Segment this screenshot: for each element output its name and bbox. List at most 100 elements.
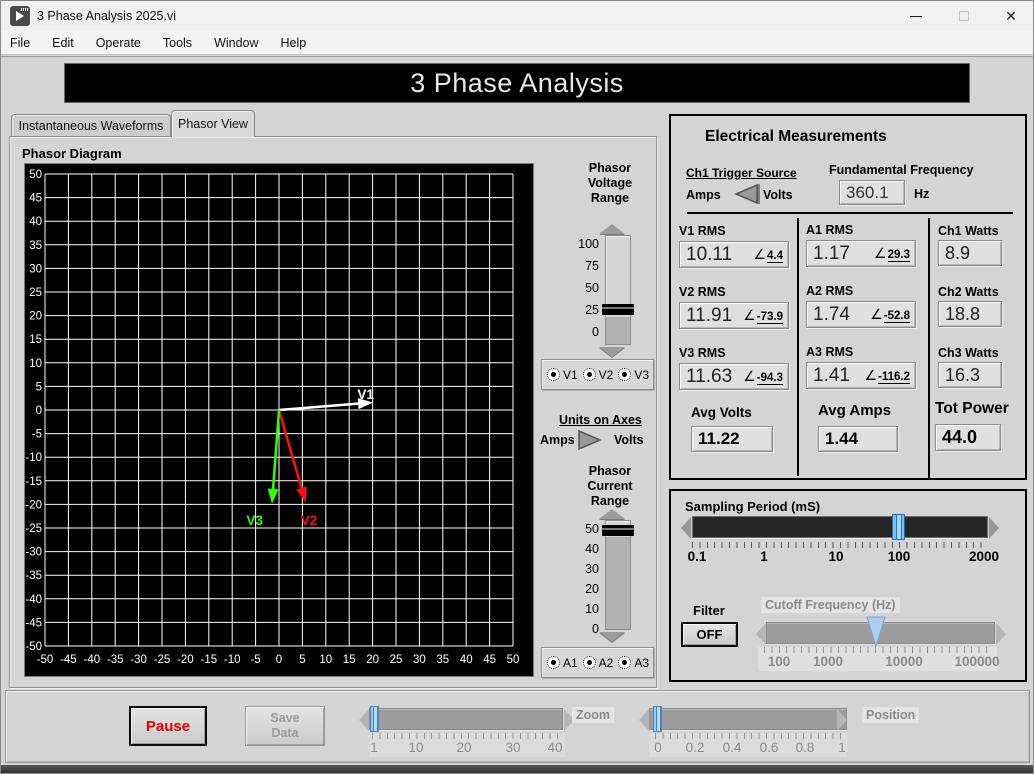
radio-a3[interactable]: A3 bbox=[618, 656, 649, 670]
position-label: Position bbox=[862, 707, 920, 723]
maximize-icon bbox=[959, 11, 969, 21]
menu-operate[interactable]: Operate bbox=[85, 36, 152, 50]
ch2-watts-display: 18.8 bbox=[938, 301, 1002, 327]
svg-text:-45: -45 bbox=[25, 617, 42, 629]
current-tick-0: 0 bbox=[592, 622, 599, 636]
maximize-button[interactable] bbox=[942, 1, 986, 31]
svg-text:V1: V1 bbox=[357, 387, 374, 402]
a3-rms-display: 1.41 ∠ -116.2 bbox=[806, 362, 916, 389]
units-on-axes-label: Units on Axes bbox=[559, 413, 642, 427]
radio-v2[interactable]: V2 bbox=[582, 368, 613, 382]
voltage-range-handle[interactable] bbox=[602, 304, 634, 315]
voltage-range-decrement-arrow[interactable] bbox=[599, 347, 625, 357]
tab-phasor-view[interactable]: Phasor View bbox=[171, 110, 255, 137]
v3-rms-display: 11.63 ∠ -94.3 bbox=[679, 363, 789, 390]
svg-text:-50: -50 bbox=[25, 641, 42, 653]
units-switch[interactable] bbox=[575, 427, 603, 453]
header-divider bbox=[687, 212, 1013, 214]
position-slider[interactable] bbox=[649, 708, 847, 730]
current-range-handle[interactable] bbox=[602, 525, 634, 536]
cutoff-right-arrow bbox=[996, 623, 1006, 645]
voltage-tick-0: 0 bbox=[592, 325, 599, 339]
sampling-slider-right-arrow[interactable] bbox=[989, 517, 999, 539]
svg-text:-40: -40 bbox=[25, 594, 42, 606]
svg-text:V3: V3 bbox=[246, 513, 263, 528]
radio-v3[interactable]: V3 bbox=[618, 368, 649, 382]
save-data-button[interactable]: Save Data bbox=[245, 706, 325, 746]
voltage-tick-50: 50 bbox=[585, 281, 599, 295]
a2-rms-group: A2 RMS 1.74 ∠ -52.8 bbox=[806, 284, 916, 328]
tab-instantaneous-waveforms[interactable]: Instantaneous Waveforms bbox=[11, 114, 171, 137]
current-tick-40: 40 bbox=[585, 542, 599, 556]
close-button[interactable]: ✕ bbox=[989, 1, 1033, 31]
cutoff-tick-100: 100 bbox=[767, 654, 791, 669]
current-range-slider[interactable] bbox=[602, 520, 634, 630]
position-slider-handle[interactable] bbox=[653, 706, 662, 732]
trigger-source-switch[interactable] bbox=[733, 181, 763, 207]
position-tick-0.8: 0.8 bbox=[795, 740, 815, 755]
svg-text:0: 0 bbox=[36, 405, 42, 417]
avg-amps-group: Avg Amps 1.44 bbox=[818, 402, 898, 452]
voltage-channel-selector: V1 V2 V3 bbox=[541, 359, 654, 390]
v2-rms-group: V2 RMS 11.91 ∠ -73.9 bbox=[679, 285, 789, 329]
menu-window[interactable]: Window bbox=[203, 36, 269, 50]
zoom-tick-20: 20 bbox=[456, 740, 472, 755]
filter-off-button[interactable]: OFF bbox=[681, 622, 738, 647]
minimize-button[interactable] bbox=[894, 1, 938, 31]
fundamental-frequency-label: Fundamental Frequency bbox=[829, 163, 974, 177]
menu-file[interactable]: File bbox=[1, 36, 41, 50]
titlebar: 3 Phase Analysis 2025.vi ✕ bbox=[1, 1, 1033, 31]
v2-rms-display: 11.91 ∠ -73.9 bbox=[679, 302, 789, 329]
position-tick-0.6: 0.6 bbox=[759, 740, 779, 755]
svg-text:15: 15 bbox=[343, 654, 356, 666]
voltage-range-increment-arrow[interactable] bbox=[599, 224, 625, 234]
sampling-slider[interactable] bbox=[692, 516, 988, 538]
zoom-slider[interactable] bbox=[369, 708, 563, 730]
phasor-diagram-graph[interactable]: -50 -45 -40 -35 -30 -25 -20 -15 -10 -5 0 5 10 15 20 25 3… bbox=[24, 163, 534, 677]
voltage-range-slider[interactable] bbox=[602, 235, 634, 345]
current-range-fill bbox=[606, 537, 630, 629]
zoom-left-arrow bbox=[359, 709, 369, 731]
ch3-watts-display: 16.3 bbox=[938, 362, 1002, 388]
svg-text:45: 45 bbox=[483, 654, 496, 666]
pause-button[interactable]: Pause bbox=[129, 706, 207, 746]
zoom-slider-handle[interactable] bbox=[370, 706, 379, 732]
sampling-slider-handle[interactable] bbox=[892, 514, 905, 540]
ch1-watts-group: Ch1 Watts 8.9 bbox=[938, 224, 1002, 266]
svg-text:45: 45 bbox=[29, 193, 42, 205]
voltage-tick-25: 25 bbox=[585, 303, 599, 317]
position-tick-1: 1 bbox=[838, 740, 846, 755]
a1-rms-display: 1.17 ∠ 29.3 bbox=[806, 240, 916, 267]
current-range-decrement-arrow[interactable] bbox=[599, 632, 625, 642]
ch3-watts-group: Ch3 Watts 16.3 bbox=[938, 346, 1002, 388]
trigger-source-label: Ch1 Trigger Source bbox=[686, 166, 797, 180]
svg-text:10: 10 bbox=[29, 358, 42, 370]
phasor-diagram-label: Phasor Diagram bbox=[22, 146, 122, 161]
close-icon: ✕ bbox=[1005, 8, 1017, 24]
svg-text:-30: -30 bbox=[25, 547, 42, 559]
radio-a1-led bbox=[547, 656, 560, 669]
menu-tools[interactable]: Tools bbox=[152, 36, 203, 50]
radio-a1[interactable]: A1 bbox=[547, 656, 578, 670]
voltage-tick-100: 100 bbox=[578, 237, 599, 251]
window-title: 3 Phase Analysis 2025.vi bbox=[37, 9, 176, 23]
position-right-arrow bbox=[837, 709, 847, 731]
menu-help[interactable]: Help bbox=[270, 36, 318, 50]
window-bottom-edge bbox=[1, 765, 1033, 773]
voltage-range-title: Phasor Voltage Range bbox=[587, 161, 633, 205]
current-range-increment-arrow[interactable] bbox=[599, 509, 625, 519]
tot-power-display: 44.0 bbox=[935, 424, 1001, 451]
menu-edit[interactable]: Edit bbox=[41, 36, 85, 50]
sampling-tick-100: 100 bbox=[887, 549, 911, 564]
radio-v2-led bbox=[582, 368, 596, 381]
radio-a2[interactable]: A2 bbox=[582, 656, 613, 670]
svg-text:-50: -50 bbox=[37, 654, 54, 666]
sampling-slider-left-arrow[interactable] bbox=[681, 517, 691, 539]
svg-text:-30: -30 bbox=[130, 654, 147, 666]
radio-v1[interactable]: V1 bbox=[547, 368, 578, 382]
sampling-tick-1: 1 bbox=[760, 549, 768, 564]
measurements-title: Electrical Measurements bbox=[705, 128, 887, 145]
a3-rms-group: A3 RMS 1.41 ∠ -116.2 bbox=[806, 345, 916, 389]
cutoff-tick-100000: 100000 bbox=[954, 654, 1000, 669]
svg-text:-15: -15 bbox=[25, 476, 42, 488]
